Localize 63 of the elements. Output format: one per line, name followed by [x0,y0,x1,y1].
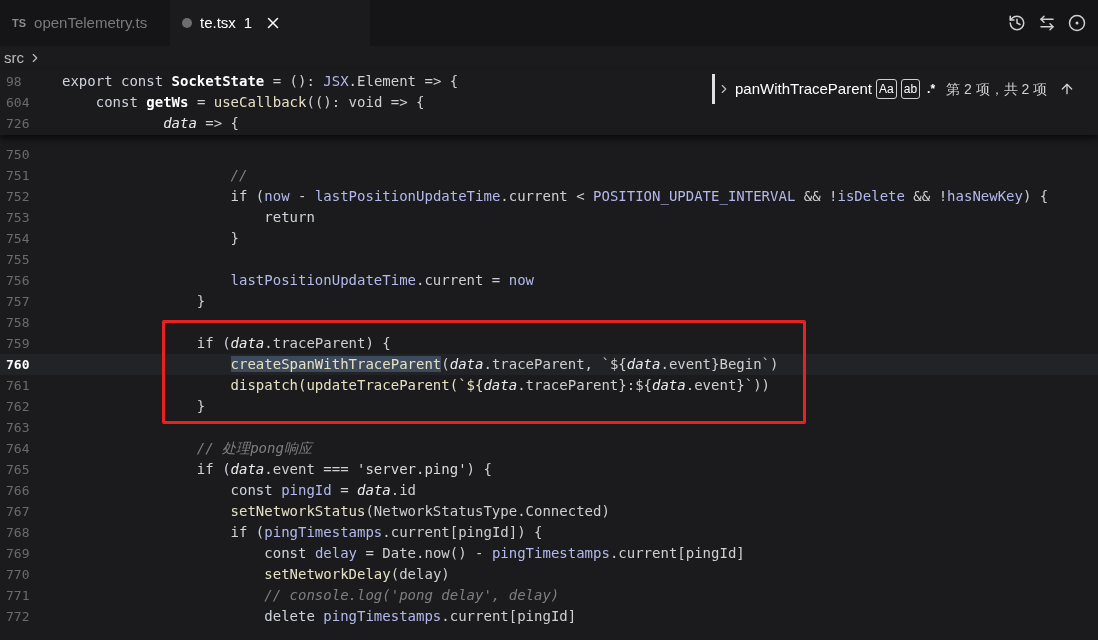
find-option-toggle[interactable]: ab [900,79,921,99]
match-count: 第 2 项，共 2 项 [946,79,1048,99]
line-number: 771 [5,586,31,605]
editor-tab[interactable]: te.tsx 1 [170,0,370,46]
line-number: 758 [5,313,31,332]
line-number: 98 [5,72,23,91]
line-number: 772 [5,607,31,626]
circle-dot-icon[interactable] [1068,14,1086,32]
code-line: createSpanWithTraceParent(data.traceParent, `${data.event}Begin`) [229,355,779,374]
code-line: setNetworkStatus(NetworkStatusType.Connected) [229,502,610,521]
line-number: 604 [5,93,31,112]
code-line: } [229,229,239,248]
line-number: 763 [5,418,31,437]
line-number: 766 [5,481,31,500]
code-line: lastPositionUpdateTime.current = now [229,271,535,290]
line-number: 769 [5,544,31,563]
line-number: 768 [5,523,31,542]
code-line: delete pingTimestamps.current[pingId] [263,607,577,626]
line-number: 762 [5,397,31,416]
line-number: 765 [5,460,31,479]
tab-label: openTelemetry.ts [34,12,148,33]
code-line: // [229,166,248,185]
line-number: 761 [5,376,31,395]
line-number: 751 [5,166,31,185]
compare-arrows-icon[interactable] [1038,14,1056,32]
code-line: if (now - lastPositionUpdateTime.current < POSITION_UPDATE_INTERVAL && !isDelete && !hasNewKey) { [229,187,1049,207]
find-input[interactable]: panWithTraceParent [735,77,872,101]
code-line: if (pingTimestamps.current[pingId]) { [229,523,543,542]
line-number: 757 [5,292,31,311]
history-icon[interactable] [1008,14,1026,32]
typescript-label: TS [12,15,27,31]
code-line: data => { [162,114,239,133]
line-number: 767 [5,502,31,521]
code-line: const pingId = data.id [229,481,417,500]
code-line: } [195,397,206,416]
code-line: setNetworkDelay(delay) [263,565,450,584]
breadcrumb[interactable]: src [4,46,24,70]
tab-label: te.tsx [200,12,236,33]
line-number: 750 [5,145,31,164]
line-number: 760 [5,355,31,374]
code-line: return [263,208,315,227]
line-number: 753 [5,208,31,227]
line-number: 756 [5,271,31,290]
code-line: const getWs = useCallback((): void => { [94,93,425,112]
line-number: 755 [5,250,31,269]
problem-count: 1 [243,12,253,33]
line-number: 752 [5,187,31,206]
find-option-toggle[interactable]: .* [924,79,939,99]
code-line: // console.log('pong delay', delay) [263,586,560,605]
code-line: dispatch(updateTraceParent(`${data.traceParent}:${data.event}`)) [229,376,771,395]
code-line: } [195,292,206,311]
code-line: if (data.traceParent) { [195,334,391,353]
line-number: 759 [5,334,31,353]
line-number: 754 [5,229,31,248]
line-number: 770 [5,565,31,584]
editor-tab[interactable]: TS openTelemetry.ts [0,0,170,46]
find-option-toggle[interactable]: Aa [876,79,897,99]
code-line: // 处理pong响应 [195,439,312,458]
line-number: 764 [5,439,31,458]
code-line: const delay = Date.now() - pingTimestamps.current[pingId] [263,544,745,563]
code-line: export const SocketState = (): JSX.Element => { [62,72,459,91]
line-number: 726 [5,114,31,133]
code-line: if (data.event === 'server.ping') { [195,460,492,479]
